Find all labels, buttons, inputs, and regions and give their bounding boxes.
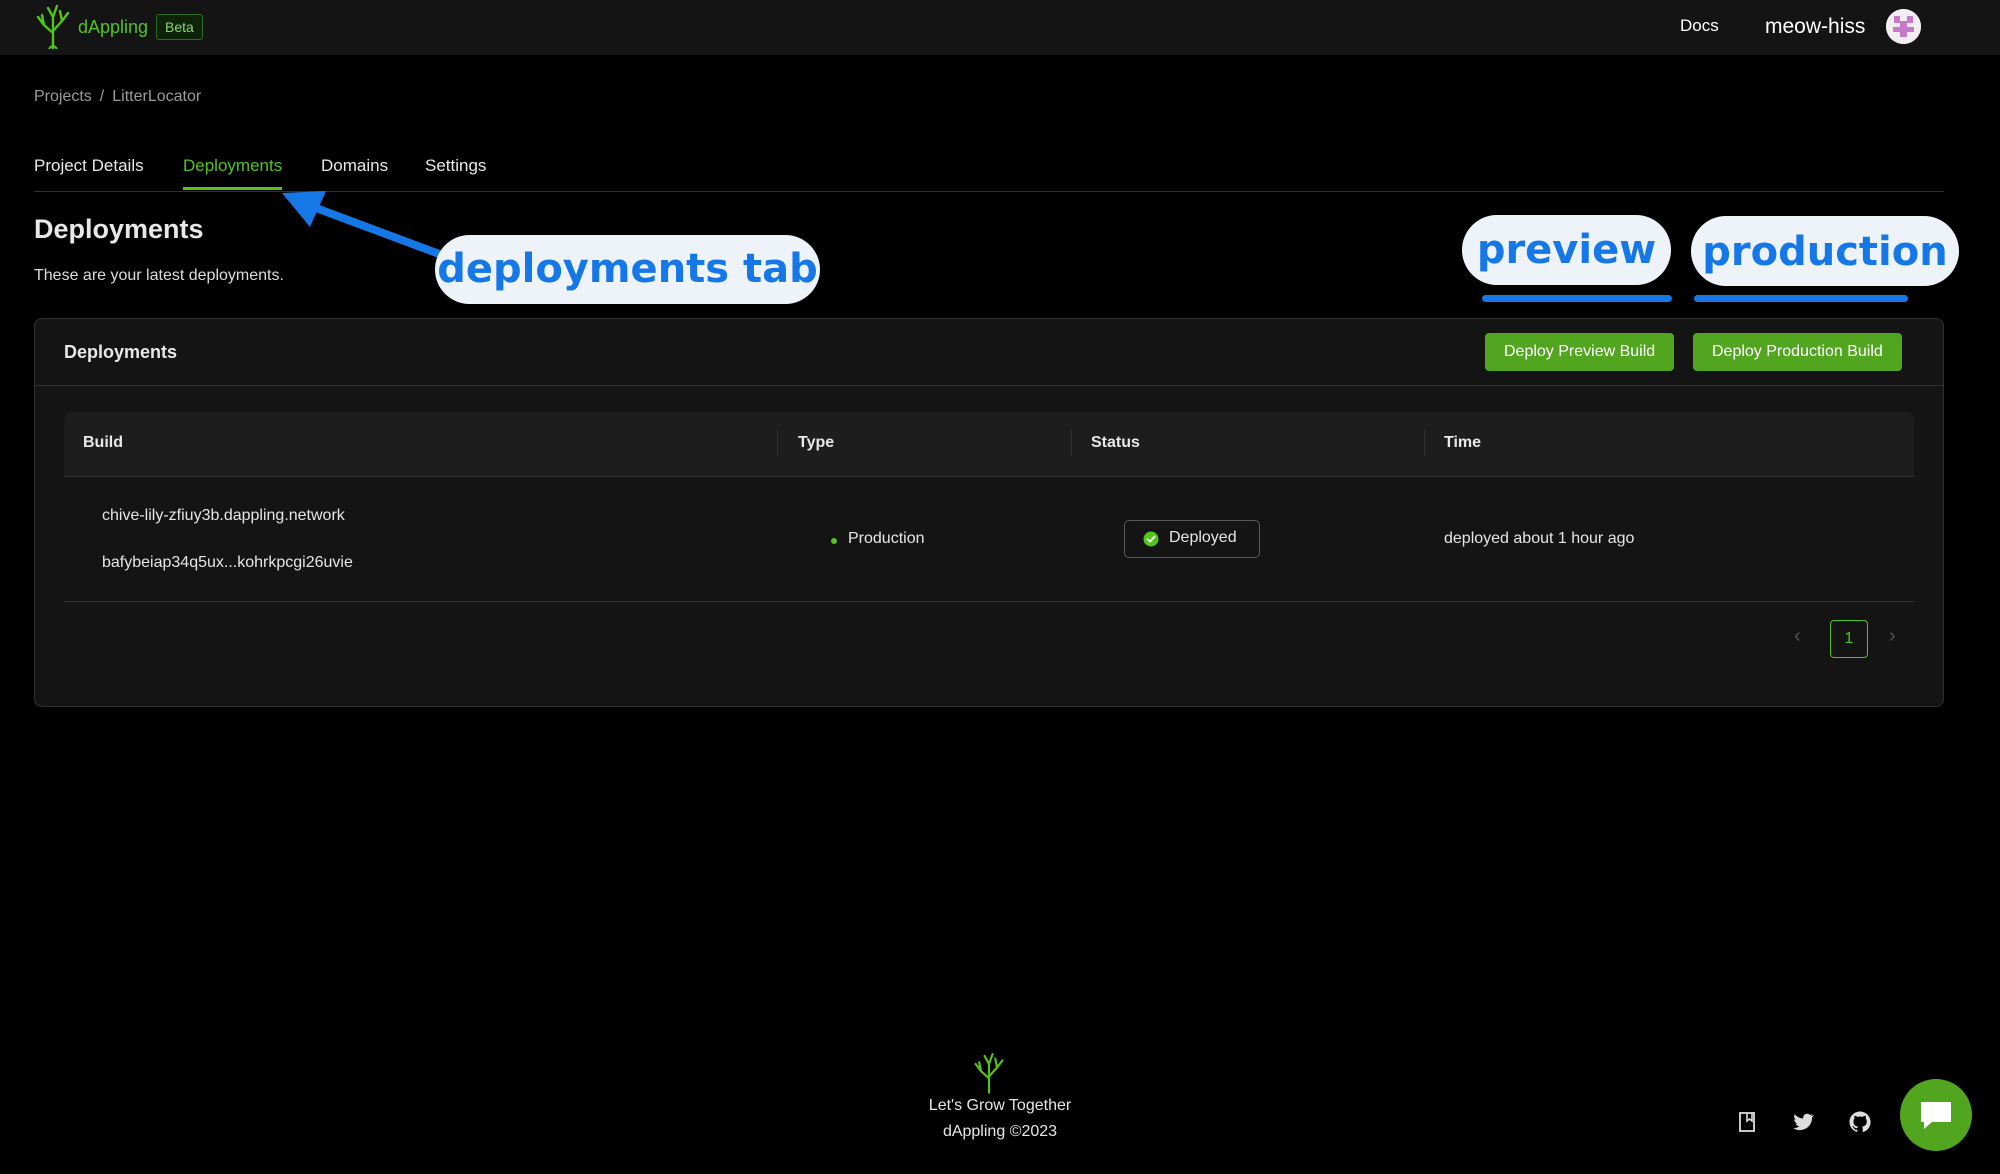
tab-deployments[interactable]: Deployments [183, 156, 283, 190]
pagination-page-1[interactable]: 1 [1830, 620, 1868, 658]
annotation-preview-underline [1482, 295, 1672, 302]
annotation-arrow-icon [282, 191, 446, 259]
check-circle-icon [1143, 531, 1159, 547]
page-title: Deployments [34, 214, 204, 244]
github-icon[interactable] [1848, 1110, 1872, 1134]
tree-logo-icon[interactable] [34, 3, 72, 49]
column-divider [777, 430, 778, 456]
type-dot-icon [831, 538, 837, 544]
breadcrumb-separator: / [99, 88, 105, 105]
column-divider [1071, 430, 1072, 456]
annotation-preview: preview [1462, 215, 1671, 285]
table-row[interactable]: chive-lily-zfiuy3b.dappling.network bafy… [64, 477, 1914, 602]
annotation-production-underline [1694, 295, 1908, 302]
build-url[interactable]: chive-lily-zfiuy3b.dappling.network [102, 507, 345, 525]
chat-bubble-icon [1921, 1102, 1951, 1129]
brand-name[interactable]: dAppling [78, 17, 148, 38]
beta-badge: Beta [156, 14, 203, 40]
table-header: Build Type Status Time [64, 412, 1914, 477]
footer-tree-logo-icon [974, 1053, 1004, 1094]
status-text: Deployed [1169, 529, 1237, 546]
book-icon[interactable] [1735, 1110, 1759, 1134]
deploy-production-button[interactable]: Deploy Production Build [1693, 333, 1902, 371]
footer-tagline: Let's Grow Together [928, 1097, 1072, 1114]
deployment-time: deployed about 1 hour ago [1444, 530, 1635, 547]
column-divider [1424, 430, 1425, 456]
column-header-type: Type [798, 434, 835, 451]
tab-project-details[interactable]: Project Details [34, 156, 144, 190]
breadcrumb-current: LitterLocator [112, 88, 202, 105]
chat-button[interactable] [1900, 1079, 1972, 1151]
card-header: Deployments Deploy Preview Build Deploy … [35, 319, 1943, 386]
column-header-build: Build [83, 434, 123, 451]
breadcrumb: Projects / LitterLocator [34, 88, 201, 106]
footer-copyright: dAppling ©2023 [942, 1123, 1058, 1140]
column-header-time: Time [1444, 434, 1482, 451]
build-cid[interactable]: bafybeiap34q5ux...kohrkpcgi26uvie [102, 554, 353, 572]
annotation-deployments-tab: deployments tab [435, 235, 820, 304]
page-subtitle: These are your latest deployments. [34, 267, 284, 284]
breadcrumb-projects[interactable]: Projects [34, 88, 92, 105]
annotation-production: production [1691, 216, 1959, 286]
deployments-table: Build Type Status Time chive-lily-zfiuy3… [64, 412, 1914, 602]
status-badge: Deployed [1124, 520, 1260, 558]
avatar[interactable] [1886, 9, 1921, 44]
chevron-left-icon[interactable]: ‹ [1794, 625, 1801, 648]
deployment-type: Production [848, 530, 925, 547]
column-header-status: Status [1091, 434, 1140, 451]
twitter-icon[interactable] [1791, 1110, 1815, 1134]
docs-link[interactable]: Docs [1680, 16, 1719, 36]
avatar-pattern-icon [1886, 9, 1921, 44]
username[interactable]: meow-hiss [1765, 15, 1865, 39]
deployments-card: Deployments Deploy Preview Build Deploy … [34, 318, 1944, 707]
chevron-right-icon[interactable]: › [1889, 625, 1896, 648]
top-navbar: dAppling Beta Docs meow-hiss [0, 0, 2000, 55]
deploy-preview-button[interactable]: Deploy Preview Build [1485, 333, 1675, 371]
card-title: Deployments [64, 342, 178, 362]
